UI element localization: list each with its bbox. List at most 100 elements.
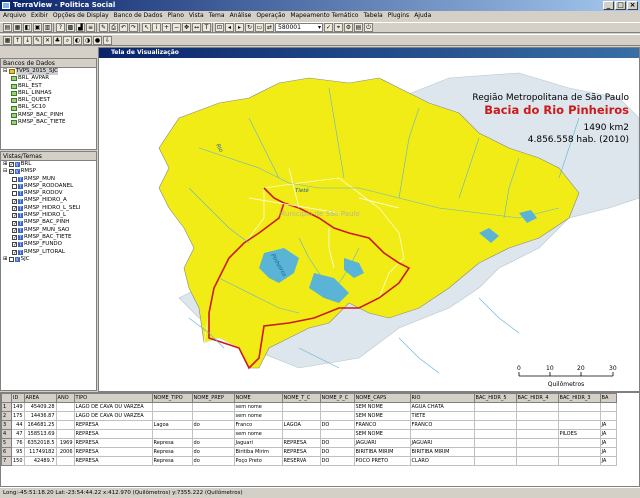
row-number[interactable]: 6 [1, 447, 12, 457]
table-cell[interactable]: DO [319, 438, 355, 448]
theme-item[interactable]: ✓ T RMSP_HIDRO_L [3, 212, 96, 219]
legend-icon[interactable]: ≡ [86, 23, 95, 32]
zoom-extent-icon[interactable]: ⊡ [215, 23, 224, 32]
theme-item[interactable]: T RMSP_RODOANEL [3, 183, 96, 190]
table-cell[interactable] [515, 456, 559, 466]
table-cell[interactable] [473, 429, 517, 439]
menu-plugins[interactable]: Plugins [388, 11, 410, 21]
table-icon[interactable]: ▥ [43, 23, 52, 32]
table-cell[interactable]: REPRESA [281, 447, 321, 457]
table-cell[interactable]: REPRESA [73, 447, 153, 457]
table-cell[interactable] [599, 402, 617, 412]
table-cell[interactable]: do [191, 420, 235, 430]
row-number[interactable]: 3 [1, 420, 12, 430]
theme-item[interactable]: ✓ T RMSP_HIDRO_L_SELI [3, 205, 96, 212]
table-row[interactable]: 1 149 45409.28 LAGO DE CAVA OU VARZEA sem no… [1, 402, 617, 412]
view-item[interactable]: ⊞ V SJC [3, 256, 96, 263]
table-cell[interactable] [473, 447, 517, 457]
table-cell[interactable] [55, 420, 75, 430]
table-cell[interactable] [599, 411, 617, 421]
col-header[interactable]: BAC_HIDR_5 [473, 393, 517, 403]
table-cell[interactable]: REPRESA [73, 456, 153, 466]
col-header[interactable]: RIO [409, 393, 475, 403]
distance-icon[interactable]: ↔ [192, 23, 201, 32]
table-row[interactable]: 2 175 14436.87 LAGO DE CAVA OU VARZEA sem no… [1, 411, 617, 421]
table-cell[interactable] [55, 429, 75, 439]
col-header[interactable]: AREA [23, 393, 57, 403]
layer-item[interactable]: BRL_SC10 [3, 104, 96, 111]
layer-item[interactable]: BRL_LINHAS [3, 90, 96, 97]
color-icon[interactable]: ● [93, 35, 102, 45]
table-cell[interactable] [151, 402, 193, 412]
col-header[interactable]: ID [11, 393, 25, 403]
table-cell[interactable] [319, 402, 355, 412]
table-cell[interactable] [409, 429, 475, 439]
table-cell[interactable] [473, 402, 517, 412]
table-cell[interactable] [55, 456, 75, 466]
table-cell[interactable]: Jaguari [233, 438, 283, 448]
table-cell[interactable] [151, 429, 193, 439]
layer-item[interactable]: RMSP_BAC_PINH [3, 112, 96, 119]
style-icon[interactable]: ◑ [83, 35, 92, 45]
query-icon[interactable]: ? [56, 23, 65, 32]
table-cell[interactable] [515, 420, 559, 430]
table-cell[interactable] [515, 429, 559, 439]
layer-item[interactable]: BRL_EST [3, 83, 96, 90]
table-cell[interactable]: 45409.28 [23, 402, 57, 412]
chart-icon[interactable]: ▟ [76, 23, 85, 32]
tools-icon[interactable]: ⚙ [344, 23, 353, 32]
view-icon[interactable]: ◧ [23, 23, 32, 32]
scale-combo[interactable]: 580001 [275, 23, 323, 32]
maximize-button[interactable]: □ [615, 1, 626, 10]
table-row[interactable]: 5 76 6352018.5 1969 REPRESA Represa do Jaguari R… [1, 438, 617, 448]
table-cell[interactable] [191, 411, 235, 421]
table-cell[interactable]: 42489.7 [23, 456, 57, 466]
theme-item[interactable]: ✓ T RMSP_HIDRO_A [3, 197, 96, 204]
layout-icon[interactable]: ▤ [354, 23, 363, 32]
menu-exibir[interactable]: Exibir [31, 11, 48, 21]
table-cell[interactable]: SEM NOME [353, 411, 411, 421]
grid-icon[interactable]: ▩ [66, 23, 75, 32]
table-cell[interactable] [515, 447, 559, 457]
table-cell[interactable]: DO [319, 456, 355, 466]
layer-item[interactable]: BRL_QUEST [3, 97, 96, 104]
db-root[interactable]: ⊟ TVPS_2015_SJC [3, 68, 96, 76]
menu-opcoes-display[interactable]: Opções de Display [53, 11, 109, 21]
col-header[interactable]: ANO [55, 393, 75, 403]
table-cell[interactable]: SEM NOME [353, 429, 411, 439]
table-cell[interactable]: JA [599, 429, 617, 439]
col-header[interactable]: NOME_P_C [319, 393, 355, 403]
table-cell[interactable]: LAGO DE CAVA OU VARZEA [73, 411, 153, 421]
redo-icon[interactable]: ↷ [129, 23, 138, 32]
table-row[interactable]: 7 150 42489.7 REPRESA Represa do Poço Preto RES… [1, 456, 617, 466]
attr-icon[interactable]: ▦ [3, 35, 12, 45]
table-cell[interactable] [557, 438, 601, 448]
table-cell[interactable]: do [191, 447, 235, 457]
table-row[interactable]: 6 95 11749182 2006 REPRESA Represa do Biritiba … [1, 447, 617, 457]
table-cell[interactable]: JAGUARI [409, 438, 475, 448]
theme-item[interactable]: ✓ T RMSP_MUN_SAO [3, 227, 96, 234]
menu-mapeamento[interactable]: Mapeamento Temático [290, 11, 358, 21]
table-cell[interactable] [319, 429, 355, 439]
table-cell[interactable] [319, 411, 355, 421]
menu-tema[interactable]: Tema [209, 11, 225, 21]
table-row[interactable]: 3 44 164681.25 REPRESA Lagoa do Franco LAGOA DO F… [1, 420, 617, 430]
table-cell[interactable]: BIRITIBA MIRIM [409, 447, 475, 457]
previous-zoom-icon[interactable]: ◂ [225, 23, 234, 32]
table-cell[interactable] [515, 438, 559, 448]
table-cell[interactable] [281, 429, 321, 439]
table-cell[interactable]: DO [319, 447, 355, 457]
table-cell[interactable]: 76 [11, 438, 25, 448]
table-cell[interactable] [55, 402, 75, 412]
table-cell[interactable] [515, 411, 559, 421]
menu-ajuda[interactable]: Ajuda [414, 11, 431, 21]
table-cell[interactable]: REPRESA [73, 429, 153, 439]
table-cell[interactable]: CLARO [409, 456, 475, 466]
table-cell[interactable]: Represa [151, 456, 193, 466]
table-row[interactable]: 4 47 158513.69 REPRESA sem nome SEM NOME PILOE… [1, 429, 617, 439]
print-icon[interactable]: ⎙ [109, 23, 118, 32]
table-cell[interactable]: JAGUARI [353, 438, 411, 448]
table-cell[interactable]: 150 [11, 456, 25, 466]
locate-icon[interactable]: ⌕ [63, 35, 72, 45]
table-cell[interactable]: POCO PRETO [353, 456, 411, 466]
